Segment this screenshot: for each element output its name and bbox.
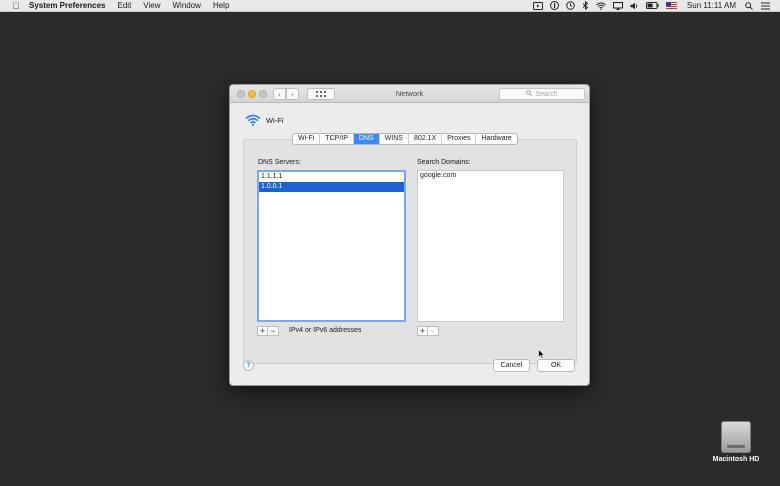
help-button[interactable]: ?: [243, 360, 254, 371]
menu-window[interactable]: Window: [173, 1, 201, 10]
dns-servers-label: DNS Servers:: [258, 159, 301, 166]
status-area: Sun 11:11 AM: [526, 1, 770, 10]
tab-8021x[interactable]: 802.1X: [409, 134, 443, 144]
tab-hardware[interactable]: Hardware: [476, 134, 516, 144]
tab-proxies[interactable]: Proxies: [442, 134, 477, 144]
macintosh-hd[interactable]: Macintosh HD: [708, 421, 764, 463]
window-body: Wi-Fi Wi-Fi TCP/IP DNS WINS 802.1X Proxi…: [230, 103, 589, 385]
tab-dns[interactable]: DNS: [353, 134, 380, 144]
search-domains-label: Search Domains:: [417, 159, 471, 166]
time-machine-icon[interactable]: [566, 1, 575, 10]
search-icon: [526, 90, 533, 98]
search-placeholder: Search: [535, 90, 558, 98]
cancel-button[interactable]: Cancel: [493, 359, 530, 372]
wifi-icon: [245, 114, 261, 126]
us-flag-icon[interactable]: [665, 2, 677, 9]
volume-icon[interactable]: [630, 2, 639, 10]
interface-header: Wi-Fi: [245, 114, 284, 126]
screen-record-icon[interactable]: [532, 1, 543, 10]
remove-dns-button[interactable]: −: [268, 326, 279, 336]
mouse-pointer-icon: [538, 349, 545, 359]
menubar-clock[interactable]: Sun 11:11 AM: [687, 1, 736, 10]
search-domains-list[interactable]: google.com: [417, 170, 564, 322]
add-dns-button[interactable]: +: [257, 326, 268, 336]
interface-name: Wi-Fi: [266, 115, 284, 125]
menu-help[interactable]: Help: [213, 1, 229, 10]
dns-panel: DNS Servers: Search Domains: 1.1.1.1 1.0…: [243, 139, 577, 364]
window-titlebar[interactable]: ‹ › Network Search: [230, 85, 589, 103]
search-domain-row[interactable]: google.com: [418, 171, 563, 181]
domain-add-remove: + −: [417, 326, 439, 336]
menu-bar:  System Preferences Edit View Window He…: [0, 0, 780, 12]
disk-label[interactable]: Macintosh HD: [708, 456, 764, 463]
ok-button[interactable]: OK: [537, 359, 575, 372]
dns-server-row-selected[interactable]: 1.0.0.1: [259, 182, 404, 192]
add-domain-button[interactable]: +: [417, 326, 428, 336]
onepassword-icon[interactable]: [549, 1, 559, 10]
airplay-icon[interactable]: [612, 1, 623, 10]
menu-app-name[interactable]: System Preferences: [29, 1, 106, 10]
search-field[interactable]: Search: [499, 88, 585, 100]
tab-wifi[interactable]: Wi-Fi: [293, 134, 321, 144]
notification-center-icon[interactable]: [761, 2, 770, 10]
tab-bar: Wi-Fi TCP/IP DNS WINS 802.1X Proxies Har…: [292, 133, 518, 145]
network-window: ‹ › Network Search Wi-Fi Wi-Fi TCP/IP DN…: [229, 84, 590, 386]
menu-view[interactable]: View: [143, 1, 160, 10]
dns-hint: IPv4 or IPv6 addresses: [289, 327, 362, 334]
tab-tcpip[interactable]: TCP/IP: [320, 134, 354, 144]
dns-servers-list[interactable]: 1.1.1.1 1.0.0.1: [257, 170, 406, 322]
bluetooth-icon[interactable]: [582, 1, 589, 10]
tab-wins[interactable]: WINS: [380, 134, 409, 144]
dns-add-remove: + −: [257, 326, 279, 336]
battery-icon[interactable]: [645, 2, 659, 9]
wifi-status-icon[interactable]: [596, 2, 606, 10]
hard-drive-icon[interactable]: [721, 421, 751, 453]
menu-edit[interactable]: Edit: [118, 1, 132, 10]
dns-server-row[interactable]: 1.1.1.1: [259, 172, 404, 182]
spotlight-icon[interactable]: [745, 1, 753, 10]
apple-menu-icon[interactable]: : [10, 1, 22, 11]
remove-domain-button[interactable]: −: [428, 326, 439, 336]
